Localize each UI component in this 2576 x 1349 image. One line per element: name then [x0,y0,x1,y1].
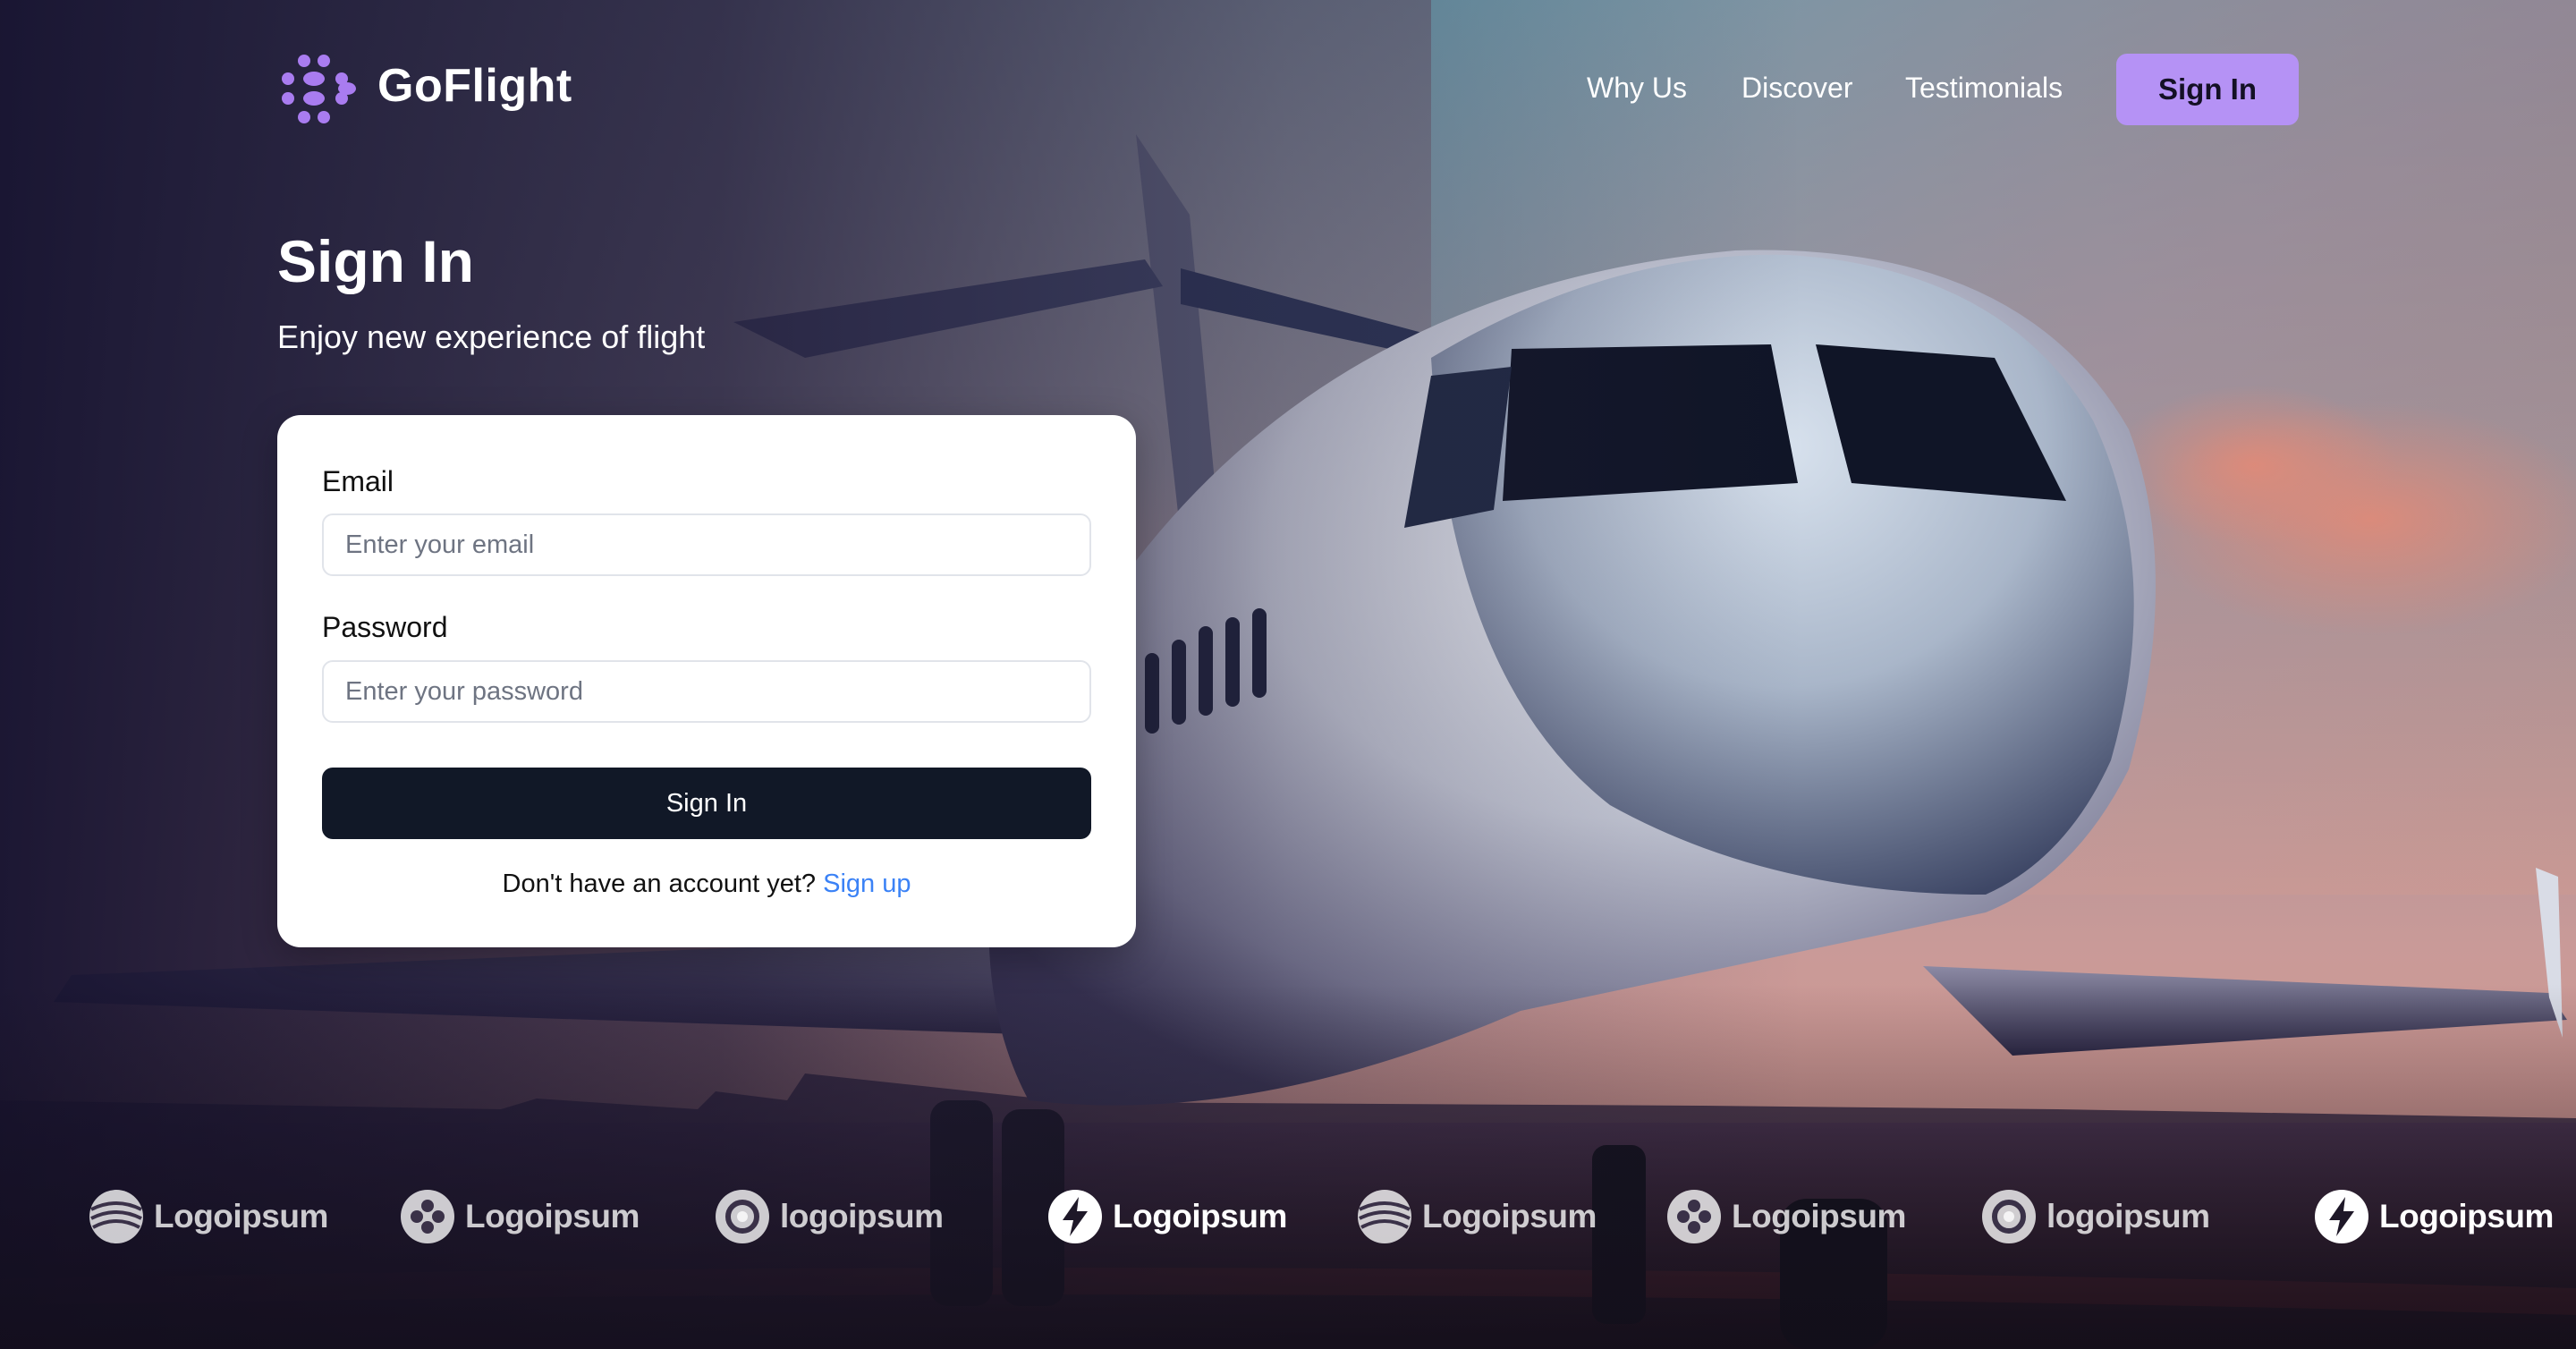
globe-stripes-icon [1358,1190,1411,1243]
partner-logo-4: Logoipsum [1046,1185,1287,1248]
globe-stripes-icon [89,1190,143,1243]
partner-logo-label: Logoipsum [2379,1198,2554,1234]
partner-logo-6: Logoipsum [1665,1185,1906,1248]
partner-logo-5: Logoipsum [1356,1185,1597,1248]
dots-circle-icon [1667,1190,1721,1243]
partner-logo-label: logoipsum [2046,1198,2210,1234]
header-sign-in-button[interactable]: Sign In [2116,54,2299,125]
partner-logo-label: Logoipsum [1113,1198,1287,1234]
dots-circle-icon [401,1190,454,1243]
password-label: Password [322,611,448,643]
goflight-logo-icon[interactable] [277,52,358,127]
bolt-icon [2315,1190,2368,1243]
partner-logo-label: Logoipsum [154,1198,328,1234]
brand-name[interactable]: GoFlight [377,59,572,113]
partner-logo-3: logoipsum [714,1185,944,1248]
partner-logo-7: logoipsum [1980,1185,2210,1248]
partner-logo-8: Logoipsum [2313,1185,2554,1248]
password-input[interactable] [322,660,1091,723]
sign-in-card: Email Password Sign In Don't have an acc… [277,415,1136,947]
nav-link-discover[interactable]: Discover [1741,72,1852,105]
page-title: Sign In [277,228,474,294]
ring-icon [716,1190,769,1243]
sign-up-link[interactable]: Sign up [823,870,911,898]
page-subtitle: Enjoy new experience of flight [277,318,706,355]
partner-logo-label: Logoipsum [1422,1198,1597,1234]
partner-logo-2: Logoipsum [399,1185,640,1248]
partner-logo-1: Logoipsum [88,1185,328,1248]
sign-in-submit-button[interactable]: Sign In [322,768,1091,839]
nav-link-testimonials[interactable]: Testimonials [1905,72,2063,105]
email-input[interactable] [322,513,1091,576]
signup-prompt-row: Don't have an account yet? Sign up [277,870,1136,899]
partner-logo-label: Logoipsum [465,1198,640,1234]
bolt-icon [1048,1190,1102,1243]
partner-logo-label: logoipsum [780,1198,944,1234]
email-label: Email [322,465,394,497]
nav-link-why-us[interactable]: Why Us [1587,72,1687,105]
ring-icon [1982,1190,2036,1243]
partner-logo-label: Logoipsum [1732,1198,1906,1234]
signup-prompt-text: Don't have an account yet? [502,870,817,898]
